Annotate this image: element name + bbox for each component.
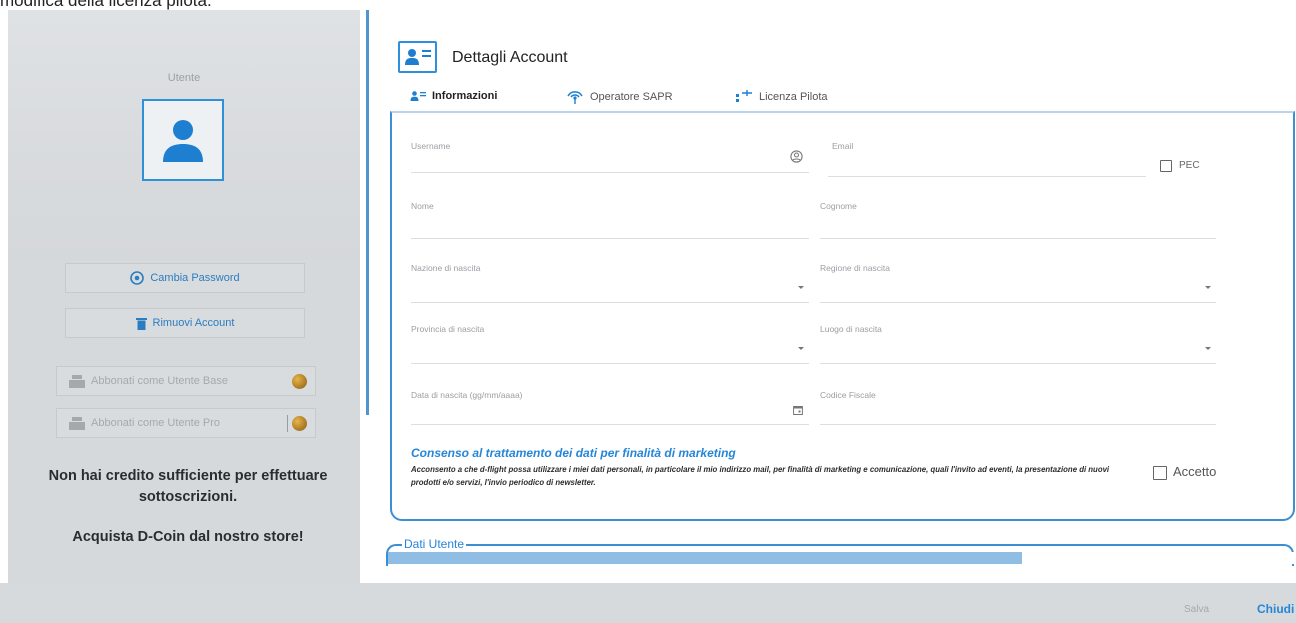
- save-button[interactable]: Salva: [1184, 604, 1209, 615]
- dropdown-arrow-icon: [1205, 286, 1211, 289]
- remove-account-label: Rimuovi Account: [152, 317, 235, 329]
- change-password-button[interactable]: Cambia Password: [65, 263, 305, 293]
- insufficient-credit-message: Non hai credito sufficiente per effettua…: [48, 468, 328, 505]
- dropdown-arrow-icon: [798, 286, 804, 289]
- nome-field[interactable]: [411, 238, 809, 239]
- provincia-label: Provincia di nascita: [411, 324, 485, 334]
- tab-label: Licenza Pilota: [759, 91, 828, 103]
- account-card-icon: [398, 41, 437, 73]
- codice-fiscale-label: Codice Fiscale: [820, 390, 876, 400]
- trash-icon: [135, 317, 147, 330]
- page-title: Dettagli Account: [452, 49, 568, 66]
- remove-account-button[interactable]: Rimuovi Account: [65, 308, 305, 338]
- vertical-divider: [366, 10, 369, 415]
- calendar-icon[interactable]: [793, 405, 803, 415]
- accept-label: Accetto: [1173, 464, 1217, 479]
- regione-label: Regione di nascita: [820, 263, 890, 273]
- user-avatar-icon: [163, 120, 203, 162]
- nome-label: Nome: [411, 201, 434, 211]
- change-password-label: Cambia Password: [150, 272, 240, 284]
- subscription-icon: [69, 374, 85, 388]
- key-icon: [130, 271, 145, 285]
- consent-text: Acconsento a che d-flight possa utilizza…: [411, 465, 1110, 487]
- email-field[interactable]: [828, 176, 1146, 177]
- subscribe-pro-label: Abbonati come Utente Pro: [91, 417, 221, 429]
- tab-licenza-pilota[interactable]: Licenza Pilota: [735, 90, 828, 104]
- luogo-label: Luogo di nascita: [820, 324, 882, 334]
- subscribe-pro-button[interactable]: Abbonati come Utente Pro: [56, 408, 316, 438]
- pec-label: PEC: [1179, 160, 1200, 171]
- username-field[interactable]: [411, 172, 809, 173]
- d-coin-icon: [292, 374, 307, 389]
- dropdown-arrow-icon: [798, 347, 804, 350]
- email-label: Email: [832, 141, 854, 151]
- user-label: Utente: [167, 72, 201, 84]
- subscribe-base-button[interactable]: Abbonati come Utente Base: [56, 366, 316, 396]
- codice-fiscale-field[interactable]: [820, 424, 1216, 425]
- provincia-select[interactable]: [411, 363, 809, 364]
- subscription-icon: [69, 416, 85, 430]
- tab-label: Informazioni: [432, 90, 498, 102]
- progress-fill: [388, 552, 1023, 564]
- pec-checkbox[interactable]: [1160, 160, 1172, 172]
- subscribe-base-label: Abbonati come Utente Base: [91, 375, 228, 387]
- data-nascita-label: Data di nascita (gg/mm/aaaa): [411, 390, 523, 400]
- tab-label: Operatore SAPR: [590, 91, 673, 103]
- luogo-select[interactable]: [820, 363, 1216, 364]
- cognome-field[interactable]: [820, 238, 1216, 239]
- regione-select[interactable]: [820, 302, 1216, 303]
- license-icon: [736, 90, 752, 102]
- tab-operatore-sapr[interactable]: Operatore SAPR: [566, 90, 673, 104]
- nazione-select[interactable]: [411, 302, 809, 303]
- dropdown-arrow-icon: [1205, 347, 1211, 350]
- dati-utente-label: Dati Utente: [402, 537, 467, 551]
- avatar[interactable]: [142, 99, 224, 181]
- account-card-icon: [410, 91, 426, 101]
- username-label: Username: [411, 141, 451, 151]
- tab-informazioni[interactable]: Informazioni: [410, 90, 497, 102]
- close-button[interactable]: Chiudi: [1257, 602, 1294, 616]
- nazione-label: Nazione di nascita: [411, 263, 481, 273]
- data-nascita-field[interactable]: [411, 424, 809, 425]
- sidebar: Utente Cambia Password Rimuovi Account A…: [8, 10, 360, 583]
- account-circle-icon: [790, 150, 803, 163]
- d-coin-icon: [292, 416, 307, 431]
- accept-checkbox[interactable]: [1153, 466, 1167, 480]
- consent-title: Consenso al trattamento dei dati per fin…: [411, 446, 736, 460]
- buy-d-coin-message: Acquista D-Coin dal nostro store!: [72, 529, 304, 545]
- dialog-footer: [0, 583, 1296, 623]
- separator: [287, 415, 288, 432]
- antenna-icon: [567, 91, 583, 104]
- cognome-label: Cognome: [820, 201, 857, 211]
- dati-utente-progress: [388, 552, 1294, 564]
